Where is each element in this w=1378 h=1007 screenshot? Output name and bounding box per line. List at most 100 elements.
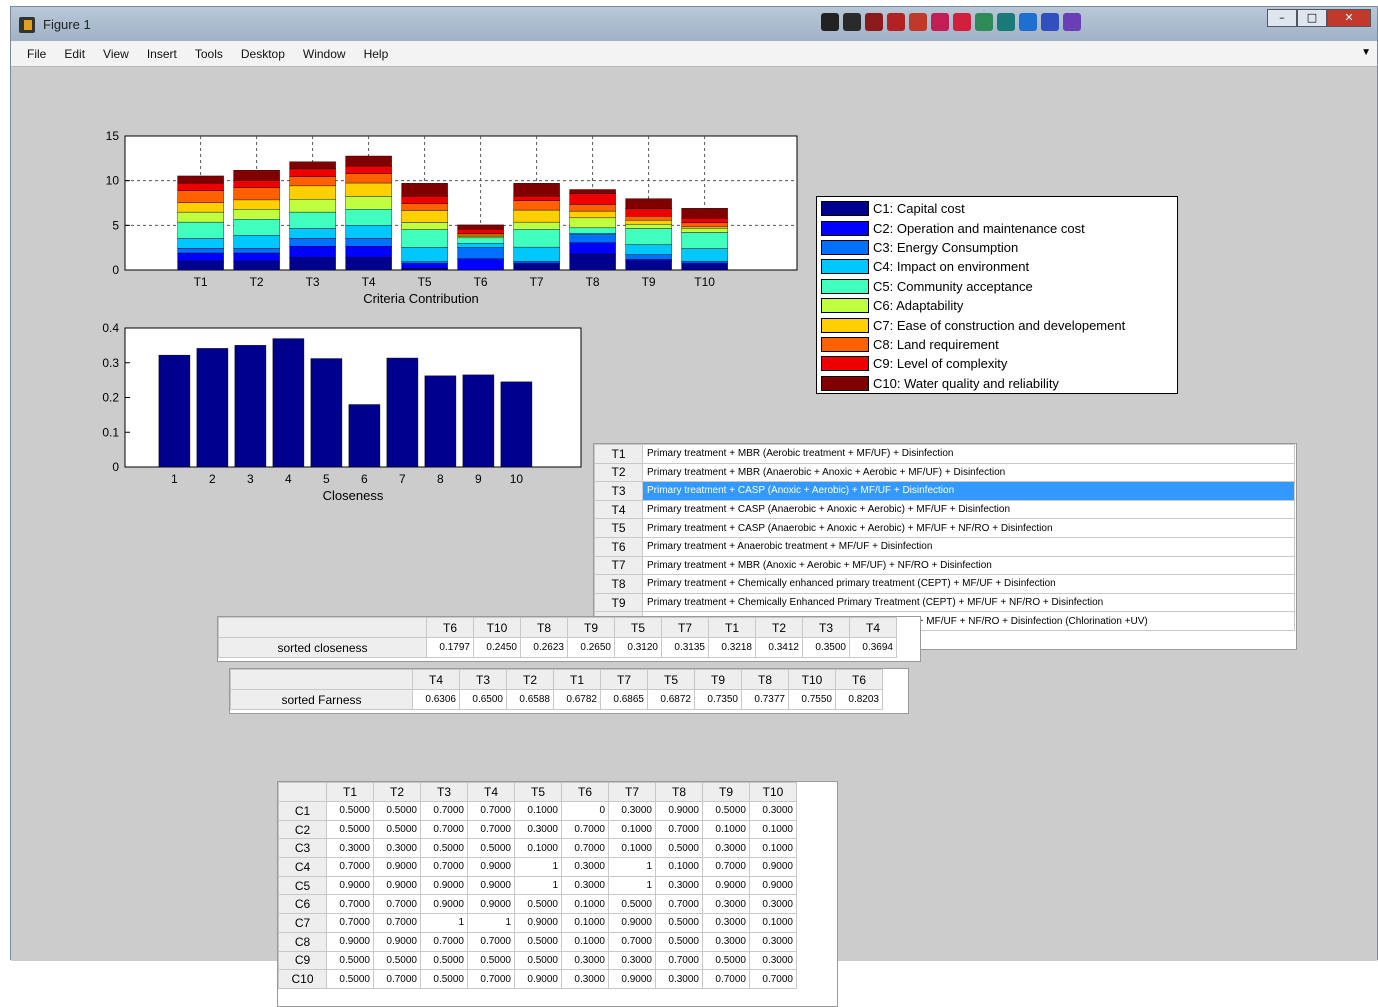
value-cell[interactable]: 0.9000	[655, 801, 703, 821]
value-cell[interactable]: 0.6500	[459, 689, 507, 710]
value-cell[interactable]: 0.1000	[749, 913, 797, 933]
value-cell[interactable]: 0.5000	[373, 801, 421, 821]
value-cell[interactable]: 0.5000	[420, 950, 468, 971]
column-header[interactable]: T4	[412, 669, 460, 690]
technology-row-header[interactable]: T7	[594, 555, 643, 576]
value-cell[interactable]: 0.3000	[702, 894, 750, 915]
value-cell[interactable]: 0.6306	[412, 689, 460, 710]
technology-description-cell[interactable]: Primary treatment + Chemically enhanced …	[642, 574, 1295, 594]
column-header[interactable]: T9	[694, 669, 742, 690]
row-header[interactable]: C5	[278, 875, 327, 896]
value-cell[interactable]: 0.2623	[520, 637, 568, 658]
menu-file[interactable]: File	[27, 47, 46, 61]
column-header[interactable]: T10	[788, 669, 836, 690]
technology-description-cell[interactable]: Primary treatment + Anaerobic treatment …	[642, 536, 1295, 557]
minimize-button[interactable]: –	[1267, 9, 1297, 27]
value-cell[interactable]: 0.9000	[702, 875, 750, 896]
value-cell[interactable]: 0.3000	[561, 857, 609, 877]
value-cell[interactable]: 0.7377	[741, 689, 789, 710]
technology-row[interactable]: T2 Primary treatment + MBR (Anaerobic + A…	[594, 462, 1295, 483]
value-cell[interactable]: 0.7000	[561, 819, 609, 840]
technology-row[interactable]: T5 Primary treatment + CASP (Anaerobic + …	[594, 518, 1295, 538]
sorted-farness-table[interactable]: T4 T3 T2 T1 T7 T5 T9 T8 T10 T6 sorted Farness 0.63…	[229, 668, 909, 714]
row-header[interactable]: C4	[278, 857, 327, 877]
value-cell[interactable]: 0.7000	[373, 894, 421, 915]
value-cell[interactable]: 1	[514, 875, 562, 896]
technology-row-header[interactable]: T9	[594, 592, 643, 613]
value-cell[interactable]: 0.1000	[561, 913, 609, 933]
chart-legend[interactable]: C1: Capital cost C2: Operation and mainte…	[816, 196, 1178, 394]
value-cell[interactable]: 0	[561, 801, 609, 821]
technology-row-header[interactable]: T3	[594, 481, 643, 501]
value-cell[interactable]: 0.9000	[749, 875, 797, 896]
value-cell[interactable]: 0.7000	[702, 969, 750, 989]
value-cell[interactable]: 0.7000	[420, 931, 468, 952]
menu-edit[interactable]: Edit	[64, 47, 85, 61]
column-header[interactable]: T6	[561, 782, 609, 802]
value-cell[interactable]: 0.6865	[600, 689, 648, 710]
value-cell[interactable]: 0.1000	[655, 857, 703, 877]
value-cell[interactable]: 0.7000	[608, 931, 656, 952]
value-cell[interactable]: 0.3000	[514, 819, 562, 840]
menu-insert[interactable]: Insert	[147, 47, 177, 61]
column-header[interactable]: T10	[749, 782, 797, 802]
row-header[interactable]: C6	[278, 894, 327, 915]
column-header[interactable]: T7	[608, 782, 656, 802]
close-button[interactable]: ✕	[1327, 9, 1371, 27]
column-header[interactable]: T9	[702, 782, 750, 802]
column-header[interactable]: T1	[326, 782, 374, 802]
value-cell[interactable]: 0.5000	[373, 819, 421, 840]
column-header[interactable]: T3	[459, 669, 507, 690]
technology-row-header[interactable]: T5	[594, 518, 643, 538]
maximize-button[interactable]: □	[1297, 9, 1327, 27]
value-cell[interactable]: 0.5000	[655, 913, 703, 933]
value-cell[interactable]: 0.3412	[755, 637, 803, 658]
column-header[interactable]: T6	[426, 617, 474, 638]
value-cell[interactable]: 0.9000	[373, 875, 421, 896]
value-cell[interactable]: 0.6782	[553, 689, 601, 710]
value-cell[interactable]: 1	[608, 875, 656, 896]
technology-row[interactable]: T7 Primary treatment + MBR (Anoxic + Aero…	[594, 555, 1295, 576]
technology-row[interactable]: T6 Primary treatment + Anaerobic treatmen…	[594, 536, 1295, 557]
row-header[interactable]: C9	[278, 950, 327, 971]
column-header[interactable]: T9	[567, 617, 615, 638]
value-cell[interactable]: 0.5000	[655, 838, 703, 859]
technology-row-header[interactable]: T2	[594, 462, 643, 483]
decision-matrix-table[interactable]: T1 T2 T3 T4 T5 T6 T7 T8 T9 T10 C1 0.5000 0.5000 0.70…	[277, 781, 838, 1007]
value-cell[interactable]: 0.7000	[373, 913, 421, 933]
value-cell[interactable]: 0.3500	[802, 637, 850, 658]
column-header[interactable]: T7	[600, 669, 648, 690]
value-cell[interactable]: 0.3000	[655, 875, 703, 896]
value-cell[interactable]: 0.9000	[326, 875, 374, 896]
value-cell[interactable]: 0.3000	[608, 801, 656, 821]
value-cell[interactable]: 1	[608, 857, 656, 877]
technology-description-cell[interactable]: Primary treatment + CASP (Anaerobic + An…	[642, 518, 1295, 538]
value-cell[interactable]: 0.5000	[467, 838, 515, 859]
value-cell[interactable]: 0.1000	[749, 838, 797, 859]
value-cell[interactable]: 1	[514, 857, 562, 877]
value-cell[interactable]: 0.5000	[326, 950, 374, 971]
value-cell[interactable]: 0.9000	[749, 857, 797, 877]
column-header[interactable]: T2	[373, 782, 421, 802]
value-cell[interactable]: 0.3135	[661, 637, 709, 658]
value-cell[interactable]: 0.9000	[467, 875, 515, 896]
row-header[interactable]: C2	[278, 819, 327, 840]
technology-row[interactable]: T3 Primary treatment + CASP (Anoxic + Aer…	[594, 481, 1295, 501]
value-cell[interactable]: 0.3120	[614, 637, 662, 658]
value-cell[interactable]: 0.5000	[373, 950, 421, 971]
value-cell[interactable]: 0.5000	[702, 950, 750, 971]
value-cell[interactable]: 0.3000	[702, 931, 750, 952]
technology-description-cell[interactable]: Primary treatment + CASP (Anaerobic + An…	[642, 499, 1295, 520]
value-cell[interactable]: 0.3000	[749, 801, 797, 821]
row-header[interactable]: C3	[278, 838, 327, 859]
value-cell[interactable]: 0.8203	[835, 689, 883, 710]
row-header[interactable]: C8	[278, 931, 327, 952]
technology-row-header[interactable]: T6	[594, 536, 643, 557]
title-bar[interactable]: Figure 1 – □ ✕	[11, 7, 1377, 41]
column-header[interactable]: T3	[802, 617, 850, 638]
row-header[interactable]: C1	[278, 801, 327, 821]
value-cell[interactable]: 0.1000	[749, 819, 797, 840]
menu-desktop[interactable]: Desktop	[241, 47, 285, 61]
value-cell[interactable]: 0.9000	[420, 875, 468, 896]
column-header[interactable]: T5	[614, 617, 662, 638]
